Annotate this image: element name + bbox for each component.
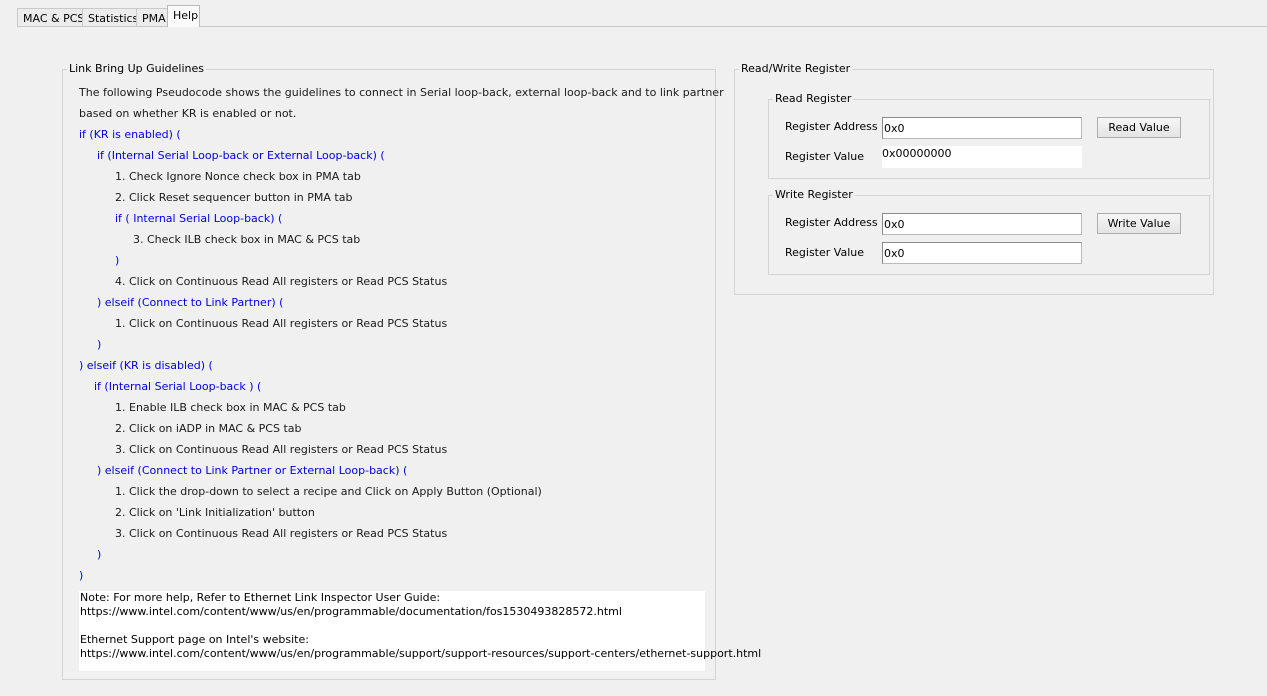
pseudocode-line: ) elseif (Connect to Link Partner or Ext…: [97, 464, 408, 477]
pseudocode-line: 3. Check ILB check box in MAC & PCS tab: [133, 233, 361, 246]
user-guide-link[interactable]: https://www.intel.com/content/www/us/en/…: [80, 605, 622, 619]
pseudocode-line: if (Internal Serial Loop-back ) (: [94, 380, 262, 393]
link-bring-up-guidelines-group: Link Bring Up Guidelines The following P…: [62, 62, 761, 680]
pseudocode-line: based on whether KR is enabled or not.: [79, 107, 297, 120]
read-value-label: Register Value: [785, 150, 864, 163]
pseudocode-line: 2. Click on iADP in MAC & PCS tab: [115, 422, 302, 435]
write-register-title: Write Register: [773, 188, 855, 202]
pseudocode-line: ) elseif (Connect to Link Partner) (: [97, 296, 284, 309]
write-value-input[interactable]: [882, 242, 1082, 264]
write-address-input[interactable]: [882, 213, 1082, 235]
read-write-register-group: Read/Write Register Read Register Regist…: [734, 62, 1214, 295]
guidelines-title: Link Bring Up Guidelines: [67, 62, 207, 76]
pseudocode-line: 1. Check Ignore Nonce check box in PMA t…: [115, 170, 361, 183]
pseudocode-line: if ( Internal Serial Loop-back) (: [115, 212, 283, 225]
pseudocode-line: 3. Click on Continuous Read All register…: [115, 443, 448, 456]
tab-mac-pcs[interactable]: MAC & PCS: [17, 8, 84, 26]
tab-help[interactable]: Help: [167, 5, 200, 27]
read-address-input[interactable]: [882, 117, 1082, 139]
write-register-group: Write Register Register Address Write Va…: [768, 188, 1210, 275]
write-address-label: Register Address: [785, 216, 878, 229]
pseudocode-line: The following Pseudocode shows the guide…: [79, 86, 724, 99]
write-value-label: Register Value: [785, 246, 864, 259]
pseudocode-line: 4. Click on Continuous Read All register…: [115, 275, 448, 288]
note-text: Note: For more help, Refer to Ethernet L…: [80, 591, 441, 604]
pseudocode-line: ) elseif (KR is disabled) (: [79, 359, 213, 372]
pseudocode-line: ): [97, 338, 102, 351]
write-value-button[interactable]: Write Value: [1097, 213, 1181, 234]
pseudocode-line: ): [79, 569, 84, 582]
pseudocode-line: if (Internal Serial Loop-back or Externa…: [97, 149, 385, 162]
read-value-button[interactable]: Read Value: [1097, 117, 1181, 138]
tab-statistics[interactable]: Statistics: [82, 8, 138, 26]
read-register-title: Read Register: [773, 92, 854, 106]
pseudocode-line: 2. Click on 'Link Initialization' button: [115, 506, 315, 519]
support-text: Ethernet Support page on Intel's website…: [80, 633, 309, 646]
read-write-register-title: Read/Write Register: [739, 62, 853, 76]
support-link[interactable]: https://www.intel.com/content/www/us/en/…: [80, 647, 761, 661]
read-register-group: Read Register Register Address Read Valu…: [768, 92, 1210, 179]
pseudocode-line: ): [115, 254, 120, 267]
pseudocode-line: ): [97, 548, 102, 561]
pseudocode-line: 2. Click Reset sequencer button in PMA t…: [115, 191, 353, 204]
pseudocode-line: 1. Click the drop-down to select a recip…: [115, 485, 542, 498]
tab-pma[interactable]: PMA: [136, 8, 168, 26]
help-note-box: Note: For more help, Refer to Ethernet L…: [79, 591, 761, 671]
tab-divider: [17, 26, 1267, 27]
pseudocode-line: if (KR is enabled) (: [79, 128, 181, 141]
read-address-label: Register Address: [785, 120, 878, 133]
read-value-display: 0x00000000: [882, 146, 1082, 168]
pseudocode-line: 1. Click on Continuous Read All register…: [115, 317, 448, 330]
pseudocode-line: 1. Enable ILB check box in MAC & PCS tab: [115, 401, 346, 414]
pseudocode-line: 3. Click on Continuous Read All register…: [115, 527, 448, 540]
